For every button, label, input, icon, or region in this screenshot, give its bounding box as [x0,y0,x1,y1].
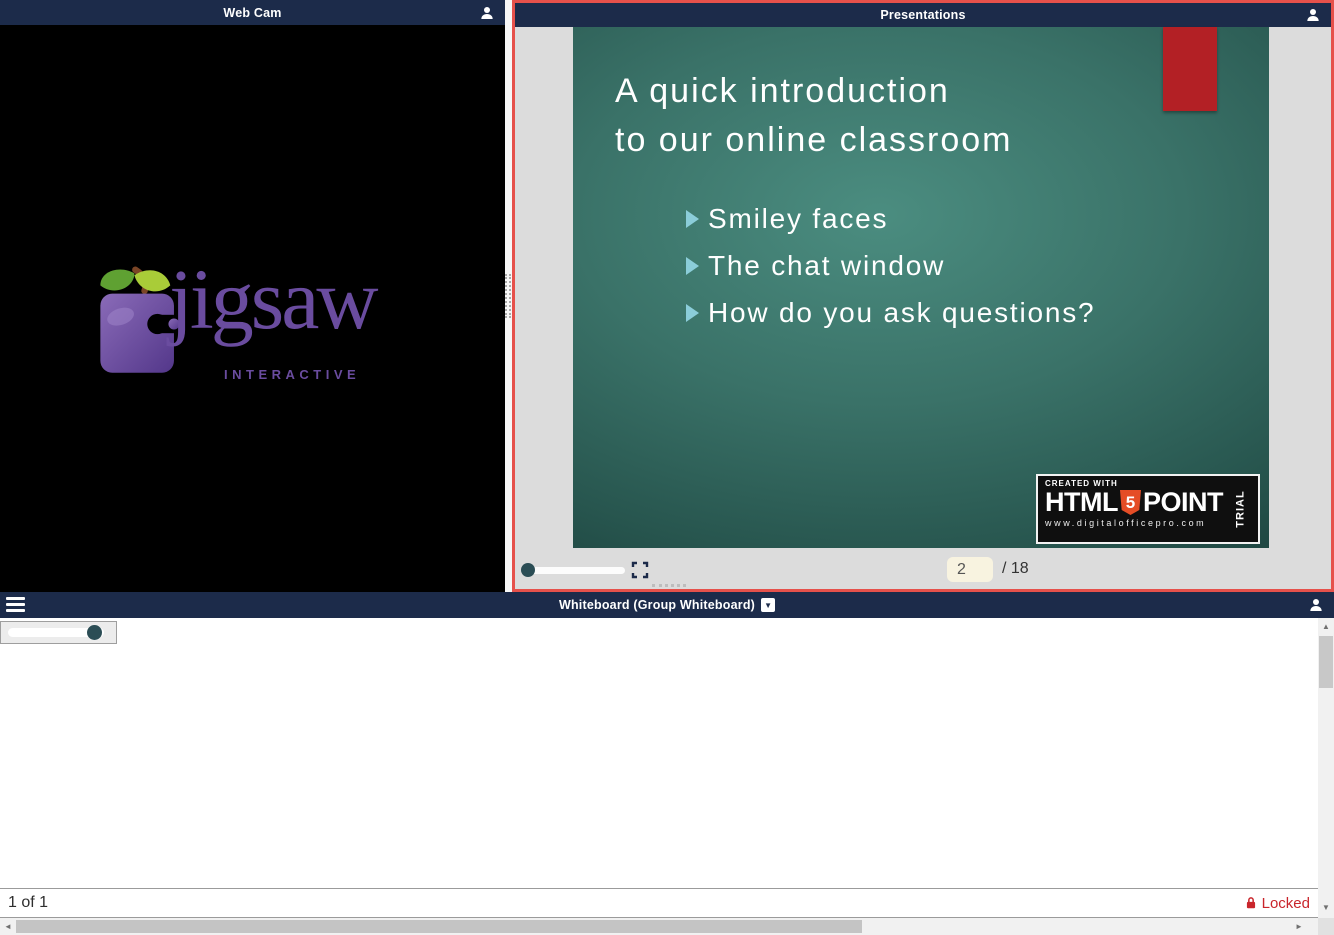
locked-indicator: Locked [1244,889,1310,917]
horizontal-scrollbar-thumb[interactable] [16,920,862,933]
scroll-left-icon[interactable]: ◄ [1,918,15,935]
bullet-triangle-icon [686,257,699,275]
page-number-input[interactable] [947,557,993,582]
slide-title-line1: A quick introduction [615,67,1013,116]
watermark-trial: TRIAL [1234,490,1246,527]
watermark-url: www.digitalofficepro.com [1045,518,1252,528]
slide-title: A quick introduction to our online class… [615,67,1013,165]
slide-accent-rectangle [1163,27,1217,111]
jigsaw-logo-subtitle: INTERACTIVE [224,367,360,382]
presentation-controls: / 18 [515,552,1331,589]
bullet-text: Smiley faces [708,203,888,235]
slide-bullet: Smiley faces [686,203,1095,234]
bullet-text: How do you ask questions? [708,297,1095,329]
html5point-watermark: CREATED WITH HTML 5 POINT www.digitaloff… [1036,474,1260,544]
chevron-down-icon: ▼ [764,601,772,610]
whiteboard-title-group: Whiteboard (Group Whiteboard) ▼ [559,598,775,612]
whiteboard-panel: Whiteboard (Group Whiteboard) ▼ 1 of 1 [0,592,1334,935]
webcam-title: Web Cam [223,6,281,20]
whiteboard-dropdown-button[interactable]: ▼ [761,598,775,612]
bullet-triangle-icon [686,210,699,228]
whiteboard-header: Whiteboard (Group Whiteboard) ▼ [0,592,1334,618]
presentations-header: Presentations [515,3,1331,27]
scrollbar-corner [1318,918,1334,935]
whiteboard-status-bar: 1 of 1 Locked [0,888,1318,918]
presentation-slide: A quick introduction to our online class… [573,27,1269,548]
scroll-down-icon[interactable]: ▼ [1318,901,1334,915]
scroll-right-icon[interactable]: ► [1292,918,1306,935]
vertical-scrollbar-thumb[interactable] [1319,636,1333,688]
user-icon[interactable] [1308,597,1324,613]
slide-title-line2: to our online classroom [615,116,1013,165]
zoom-slider-track[interactable] [529,567,625,574]
scroll-up-icon[interactable]: ▲ [1318,620,1334,634]
menu-icon[interactable] [6,597,26,613]
presentations-title: Presentations [880,8,965,22]
horizontal-scrollbar[interactable]: ◄ ► [0,918,1318,935]
fullscreen-icon[interactable] [631,561,649,579]
whiteboard-canvas[interactable] [0,618,1318,888]
virtual-classroom: Web Cam [0,0,1334,935]
resize-drag-handle[interactable] [652,584,686,587]
panel-divider [505,0,512,592]
watermark-point: POINT [1143,489,1223,516]
vertical-scrollbar[interactable]: ▲ ▼ [1318,618,1334,918]
bullet-triangle-icon [686,304,699,322]
slide-bullet: The chat window [686,250,1095,281]
webcam-header: Web Cam [0,0,505,25]
jigsaw-logo-wordmark: jigsaw [169,239,376,359]
webcam-video-area: jigsaw INTERACTIVE [0,25,505,592]
watermark-html: HTML [1045,489,1118,516]
bullet-text: The chat window [708,250,945,282]
webcam-panel: Web Cam [0,0,505,592]
user-icon[interactable] [479,5,495,21]
html5-shield-icon: 5 [1120,490,1141,515]
page-status: 1 of 1 [8,894,48,912]
zoom-slider-thumb[interactable] [521,563,535,577]
jigsaw-logo: jigsaw INTERACTIVE [93,263,423,403]
page-total-label: / 18 [1002,560,1029,578]
watermark-brand-row: HTML 5 POINT [1045,489,1252,516]
slide-bullet-list: Smiley faces The chat window How do you … [686,203,1095,344]
whiteboard-zoom-slider [0,621,117,644]
whiteboard-title: Whiteboard (Group Whiteboard) [559,598,755,612]
whiteboard-zoom-slider-thumb[interactable] [87,625,102,640]
presentations-panel: Presentations A quick introduction to ou… [512,0,1334,592]
divider-drag-handle[interactable] [505,274,511,318]
lock-icon [1244,895,1258,911]
locked-label: Locked [1262,895,1310,912]
user-icon[interactable] [1305,7,1321,23]
slide-bullet: How do you ask questions? [686,297,1095,328]
